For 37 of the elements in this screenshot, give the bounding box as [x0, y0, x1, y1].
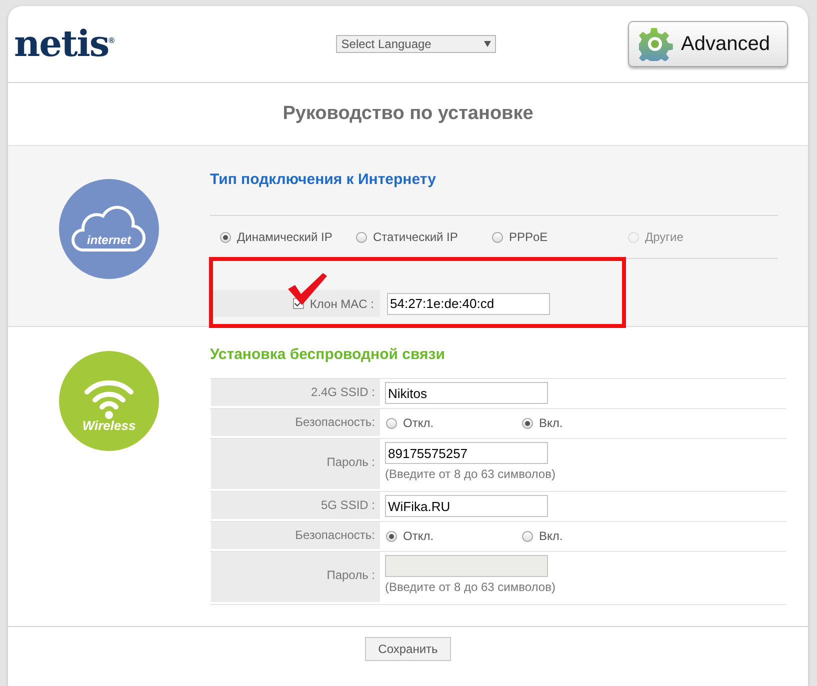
field-label: 5G SSID :: [211, 492, 380, 519]
radio-label[interactable]: Вкл.: [539, 416, 563, 430]
field-label: Безопасность:: [211, 409, 380, 436]
section-heading: Установка беспроводной связи: [210, 346, 446, 365]
radio-button[interactable]: [386, 418, 397, 428]
radio-label[interactable]: Динамический IP: [237, 230, 332, 244]
logo: netis$^{®}$: [14, 23, 115, 65]
field-label: Безопасность:: [211, 522, 380, 549]
section-heading: Тип подключения к Интернету: [210, 171, 437, 190]
radio-label[interactable]: Откл.: [403, 529, 434, 543]
gear-icon: [639, 27, 673, 61]
language-select[interactable]: Select Language: [336, 35, 496, 53]
radio-label[interactable]: Статический IP: [373, 230, 458, 244]
radio-label[interactable]: Вкл.: [539, 529, 563, 543]
radio-button[interactable]: [522, 530, 533, 542]
ssid-field[interactable]: WiFika.RU: [385, 495, 548, 517]
field-label: 2.4G SSID :: [211, 379, 380, 406]
radio-label[interactable]: Откл.: [403, 416, 434, 430]
hint-text: (Введите от 8 до 63 символов): [385, 467, 556, 481]
field-label: Клон MAC :: [310, 296, 374, 310]
radio-button[interactable]: [492, 232, 503, 242]
wireless-icon: Wireless: [59, 351, 159, 451]
radio-button[interactable]: [522, 418, 533, 428]
radio-label[interactable]: PPPoE: [509, 230, 548, 244]
mac-field[interactable]: 54:27:1e:de:40:cd: [387, 292, 550, 314]
save-button[interactable]: Сохранить: [365, 637, 451, 661]
field-label: Пароль :: [211, 439, 380, 489]
hint-text: (Введите от 8 до 63 символов): [385, 580, 556, 594]
radio-button[interactable]: [356, 232, 367, 242]
radio-button[interactable]: [386, 530, 397, 542]
advanced-button[interactable]: Advanced: [628, 21, 788, 67]
password-field[interactable]: 89175575257: [385, 442, 548, 464]
internet-cloud-icon: internet: [59, 179, 159, 279]
caret-icon: [484, 41, 492, 47]
ssid-field[interactable]: Nikitos: [385, 382, 548, 404]
field-label: Пароль :: [211, 552, 380, 602]
radio-button[interactable]: [220, 232, 231, 242]
